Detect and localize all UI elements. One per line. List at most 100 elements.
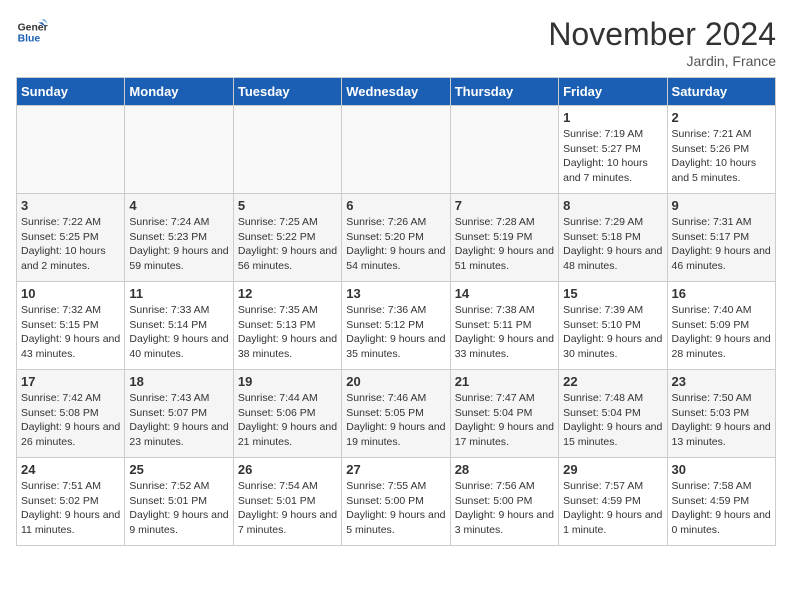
logo-icon: General Blue: [16, 16, 48, 48]
calendar-cell: 7 Sunrise: 7:28 AM Sunset: 5:19 PM Daylig…: [450, 194, 558, 282]
calendar-cell: 29 Sunrise: 7:57 AM Sunset: 4:59 PM Dayli…: [559, 458, 667, 546]
day-number: 8: [563, 198, 662, 213]
day-info: Sunrise: 7:57 AM Sunset: 4:59 PM Dayligh…: [563, 479, 662, 538]
calendar-cell: [342, 106, 450, 194]
day-header-wednesday: Wednesday: [342, 78, 450, 106]
calendar-cell: 1 Sunrise: 7:19 AM Sunset: 5:27 PM Daylig…: [559, 106, 667, 194]
day-info: Sunrise: 7:26 AM Sunset: 5:20 PM Dayligh…: [346, 215, 445, 274]
calendar-cell: 16 Sunrise: 7:40 AM Sunset: 5:09 PM Dayli…: [667, 282, 775, 370]
calendar-week-4: 17 Sunrise: 7:42 AM Sunset: 5:08 PM Dayli…: [17, 370, 776, 458]
day-number: 22: [563, 374, 662, 389]
calendar-cell: [125, 106, 233, 194]
day-info: Sunrise: 7:21 AM Sunset: 5:26 PM Dayligh…: [672, 127, 771, 186]
day-number: 6: [346, 198, 445, 213]
day-number: 18: [129, 374, 228, 389]
day-info: Sunrise: 7:56 AM Sunset: 5:00 PM Dayligh…: [455, 479, 554, 538]
day-header-saturday: Saturday: [667, 78, 775, 106]
calendar-cell: 11 Sunrise: 7:33 AM Sunset: 5:14 PM Dayli…: [125, 282, 233, 370]
calendar-week-1: 1 Sunrise: 7:19 AM Sunset: 5:27 PM Daylig…: [17, 106, 776, 194]
day-info: Sunrise: 7:48 AM Sunset: 5:04 PM Dayligh…: [563, 391, 662, 450]
day-info: Sunrise: 7:47 AM Sunset: 5:04 PM Dayligh…: [455, 391, 554, 450]
day-number: 23: [672, 374, 771, 389]
calendar-cell: 10 Sunrise: 7:32 AM Sunset: 5:15 PM Dayli…: [17, 282, 125, 370]
day-header-sunday: Sunday: [17, 78, 125, 106]
calendar-cell: 21 Sunrise: 7:47 AM Sunset: 5:04 PM Dayli…: [450, 370, 558, 458]
calendar-cell: 24Sunrise: 7:51 AM Sunset: 5:02 PM Dayli…: [17, 458, 125, 546]
calendar-cell: 28Sunrise: 7:56 AM Sunset: 5:00 PM Dayli…: [450, 458, 558, 546]
title-area: November 2024 Jardin, France: [548, 16, 776, 69]
day-number: 17: [21, 374, 120, 389]
day-info: Sunrise: 7:28 AM Sunset: 5:19 PM Dayligh…: [455, 215, 554, 274]
day-number: 1: [563, 110, 662, 125]
day-info: Sunrise: 7:43 AM Sunset: 5:07 PM Dayligh…: [129, 391, 228, 450]
day-info: Sunrise: 7:40 AM Sunset: 5:09 PM Dayligh…: [672, 303, 771, 362]
day-info: Sunrise: 7:22 AM Sunset: 5:25 PM Dayligh…: [21, 215, 120, 274]
calendar-cell: 17 Sunrise: 7:42 AM Sunset: 5:08 PM Dayli…: [17, 370, 125, 458]
header: General Blue November 2024 Jardin, Franc…: [16, 16, 776, 69]
day-info: Sunrise: 7:58 AM Sunset: 4:59 PM Dayligh…: [672, 479, 771, 538]
day-number: 5: [238, 198, 337, 213]
calendar-cell: 8 Sunrise: 7:29 AM Sunset: 5:18 PM Daylig…: [559, 194, 667, 282]
calendar-header-row: SundayMondayTuesdayWednesdayThursdayFrid…: [17, 78, 776, 106]
calendar-cell: [233, 106, 341, 194]
day-header-tuesday: Tuesday: [233, 78, 341, 106]
calendar-table: SundayMondayTuesdayWednesdayThursdayFrid…: [16, 77, 776, 546]
day-number: 7: [455, 198, 554, 213]
day-number: 21: [455, 374, 554, 389]
calendar-cell: 23 Sunrise: 7:50 AM Sunset: 5:03 PM Dayli…: [667, 370, 775, 458]
calendar-cell: 27 Sunrise: 7:55 AM Sunset: 5:00 PM Dayli…: [342, 458, 450, 546]
day-number: 20: [346, 374, 445, 389]
calendar-cell: 12Sunrise: 7:35 AM Sunset: 5:13 PM Dayli…: [233, 282, 341, 370]
calendar-cell: 9 Sunrise: 7:31 AM Sunset: 5:17 PM Daylig…: [667, 194, 775, 282]
day-header-friday: Friday: [559, 78, 667, 106]
calendar-cell: 5 Sunrise: 7:25 AM Sunset: 5:22 PM Daylig…: [233, 194, 341, 282]
day-number: 25: [129, 462, 228, 477]
day-info: Sunrise: 7:50 AM Sunset: 5:03 PM Dayligh…: [672, 391, 771, 450]
day-number: 9: [672, 198, 771, 213]
day-number: 26: [238, 462, 337, 477]
day-info: Sunrise: 7:55 AM Sunset: 5:00 PM Dayligh…: [346, 479, 445, 538]
day-info: Sunrise: 7:42 AM Sunset: 5:08 PM Dayligh…: [21, 391, 120, 450]
day-header-monday: Monday: [125, 78, 233, 106]
location: Jardin, France: [548, 53, 776, 69]
calendar-cell: 13 Sunrise: 7:36 AM Sunset: 5:12 PM Dayli…: [342, 282, 450, 370]
calendar-cell: 18 Sunrise: 7:43 AM Sunset: 5:07 PM Dayli…: [125, 370, 233, 458]
day-info: Sunrise: 7:31 AM Sunset: 5:17 PM Dayligh…: [672, 215, 771, 274]
calendar-cell: [450, 106, 558, 194]
day-number: 19: [238, 374, 337, 389]
calendar-cell: 15Sunrise: 7:39 AM Sunset: 5:10 PM Dayli…: [559, 282, 667, 370]
day-number: 16: [672, 286, 771, 301]
day-number: 14: [455, 286, 554, 301]
svg-text:Blue: Blue: [18, 34, 41, 45]
month-title: November 2024: [548, 16, 776, 53]
day-info: Sunrise: 7:29 AM Sunset: 5:18 PM Dayligh…: [563, 215, 662, 274]
day-number: 29: [563, 462, 662, 477]
day-info: Sunrise: 7:39 AM Sunset: 5:10 PM Dayligh…: [563, 303, 662, 362]
day-info: Sunrise: 7:32 AM Sunset: 5:15 PM Dayligh…: [21, 303, 120, 362]
day-info: Sunrise: 7:46 AM Sunset: 5:05 PM Dayligh…: [346, 391, 445, 450]
calendar-cell: [17, 106, 125, 194]
calendar-cell: 6 Sunrise: 7:26 AM Sunset: 5:20 PM Daylig…: [342, 194, 450, 282]
day-info: Sunrise: 7:24 AM Sunset: 5:23 PM Dayligh…: [129, 215, 228, 274]
day-info: Sunrise: 7:36 AM Sunset: 5:12 PM Dayligh…: [346, 303, 445, 362]
calendar-week-3: 10 Sunrise: 7:32 AM Sunset: 5:15 PM Dayli…: [17, 282, 776, 370]
calendar-cell: 30 Sunrise: 7:58 AM Sunset: 4:59 PM Dayli…: [667, 458, 775, 546]
calendar-cell: 20 Sunrise: 7:46 AM Sunset: 5:05 PM Dayli…: [342, 370, 450, 458]
calendar-cell: 19Sunrise: 7:44 AM Sunset: 5:06 PM Dayli…: [233, 370, 341, 458]
day-number: 13: [346, 286, 445, 301]
day-number: 27: [346, 462, 445, 477]
day-info: Sunrise: 7:52 AM Sunset: 5:01 PM Dayligh…: [129, 479, 228, 538]
calendar-cell: 14Sunrise: 7:38 AM Sunset: 5:11 PM Dayli…: [450, 282, 558, 370]
calendar-cell: 2Sunrise: 7:21 AM Sunset: 5:26 PM Daylig…: [667, 106, 775, 194]
day-info: Sunrise: 7:51 AM Sunset: 5:02 PM Dayligh…: [21, 479, 120, 538]
day-number: 10: [21, 286, 120, 301]
day-info: Sunrise: 7:54 AM Sunset: 5:01 PM Dayligh…: [238, 479, 337, 538]
day-info: Sunrise: 7:33 AM Sunset: 5:14 PM Dayligh…: [129, 303, 228, 362]
calendar-week-2: 3Sunrise: 7:22 AM Sunset: 5:25 PM Daylig…: [17, 194, 776, 282]
day-number: 11: [129, 286, 228, 301]
day-info: Sunrise: 7:19 AM Sunset: 5:27 PM Dayligh…: [563, 127, 662, 186]
day-number: 30: [672, 462, 771, 477]
day-info: Sunrise: 7:25 AM Sunset: 5:22 PM Dayligh…: [238, 215, 337, 274]
day-header-thursday: Thursday: [450, 78, 558, 106]
day-number: 4: [129, 198, 228, 213]
